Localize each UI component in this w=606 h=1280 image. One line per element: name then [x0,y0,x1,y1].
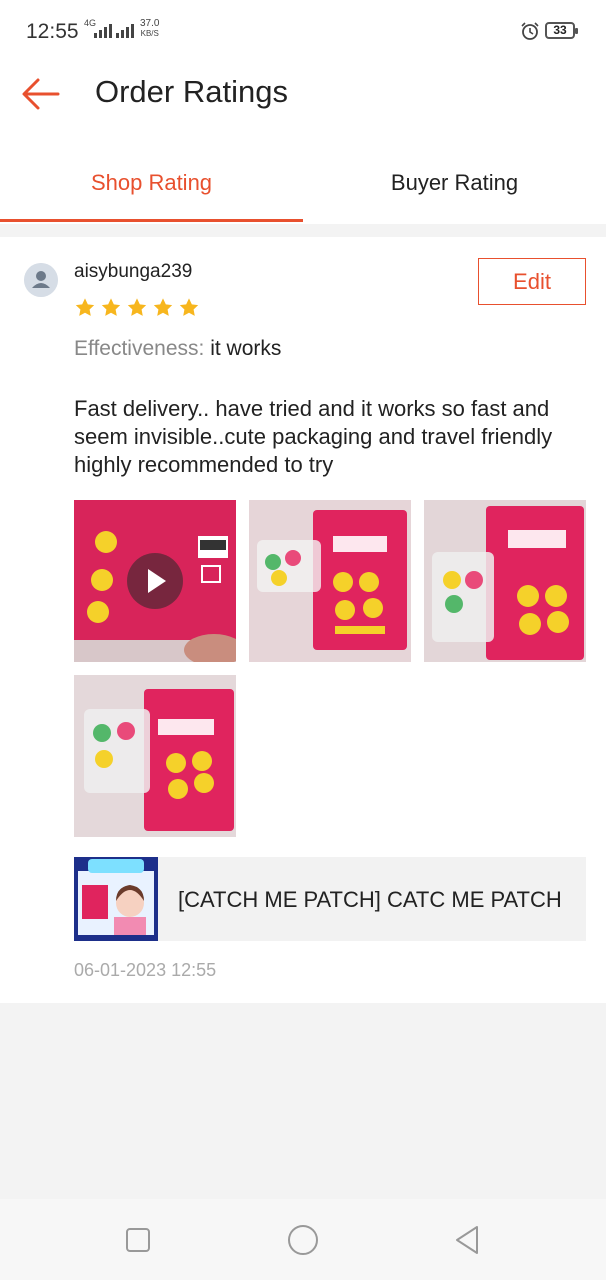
review-text: Fast delivery.. have tried and it works … [74,396,553,477]
speed-value: 37.0 [140,18,160,29]
system-navigation-bar [0,1199,606,1280]
edit-button[interactable]: Edit [478,258,586,305]
product-photo [74,675,236,837]
product-photo [424,500,586,662]
status-time: 12:55 [26,20,79,43]
tab-buyer-rating[interactable]: Buyer Rating [303,138,606,224]
product-link[interactable]: [CATCH ME PATCH] CATC ME PATCH [74,857,586,941]
star-icon [101,298,121,316]
page-title: Order Ratings [95,74,288,109]
star-icon [179,298,199,316]
rating-card: aisybunga239 Edit Effectiveness: it work… [0,237,606,1003]
attribute-label: Effectiveness: [74,337,205,360]
network-speed: 37.0 KB/S [140,19,159,39]
star-icon [75,298,95,316]
star-rating [74,297,200,319]
signal-icon [94,22,112,38]
star-icon [153,298,173,316]
product-name: [CATCH ME PATCH] CATC ME PATCH [178,887,562,912]
avatar [24,263,58,297]
attribute-value: it works [210,337,282,360]
username: aisybunga239 [74,261,193,282]
battery-indicator: 33 [545,22,578,39]
alarm-clock-icon [521,22,539,40]
play-icon[interactable] [127,553,183,609]
active-tab-indicator [0,219,303,222]
square-recents-icon[interactable] [121,1223,155,1257]
signal-icon [116,22,134,38]
tab-shop-rating[interactable]: Shop Rating [0,138,303,224]
star-icon [127,298,147,316]
speed-unit: KB/S [140,29,159,38]
review-image-thumbnail[interactable] [424,500,586,662]
status-bar: 12:55 4G 37.0 KB/S 33 [0,0,606,62]
rating-attribute: Effectiveness: it works [74,337,281,361]
circle-home-icon[interactable] [286,1223,320,1257]
product-thumbnail [74,857,158,941]
review-image-thumbnail[interactable] [249,500,411,662]
review-date: 06-01-2023 12:55 [74,960,217,980]
product-photo [249,500,411,662]
triangle-back-icon[interactable] [451,1223,485,1257]
rating-tabs: Shop Rating Buyer Rating [0,138,606,224]
back-button[interactable] [18,74,66,114]
arrow-left-icon [22,78,60,110]
review-image-thumbnail[interactable] [74,675,236,837]
app-header: Order Ratings [0,62,606,138]
review-video-thumbnail[interactable] [74,500,236,662]
